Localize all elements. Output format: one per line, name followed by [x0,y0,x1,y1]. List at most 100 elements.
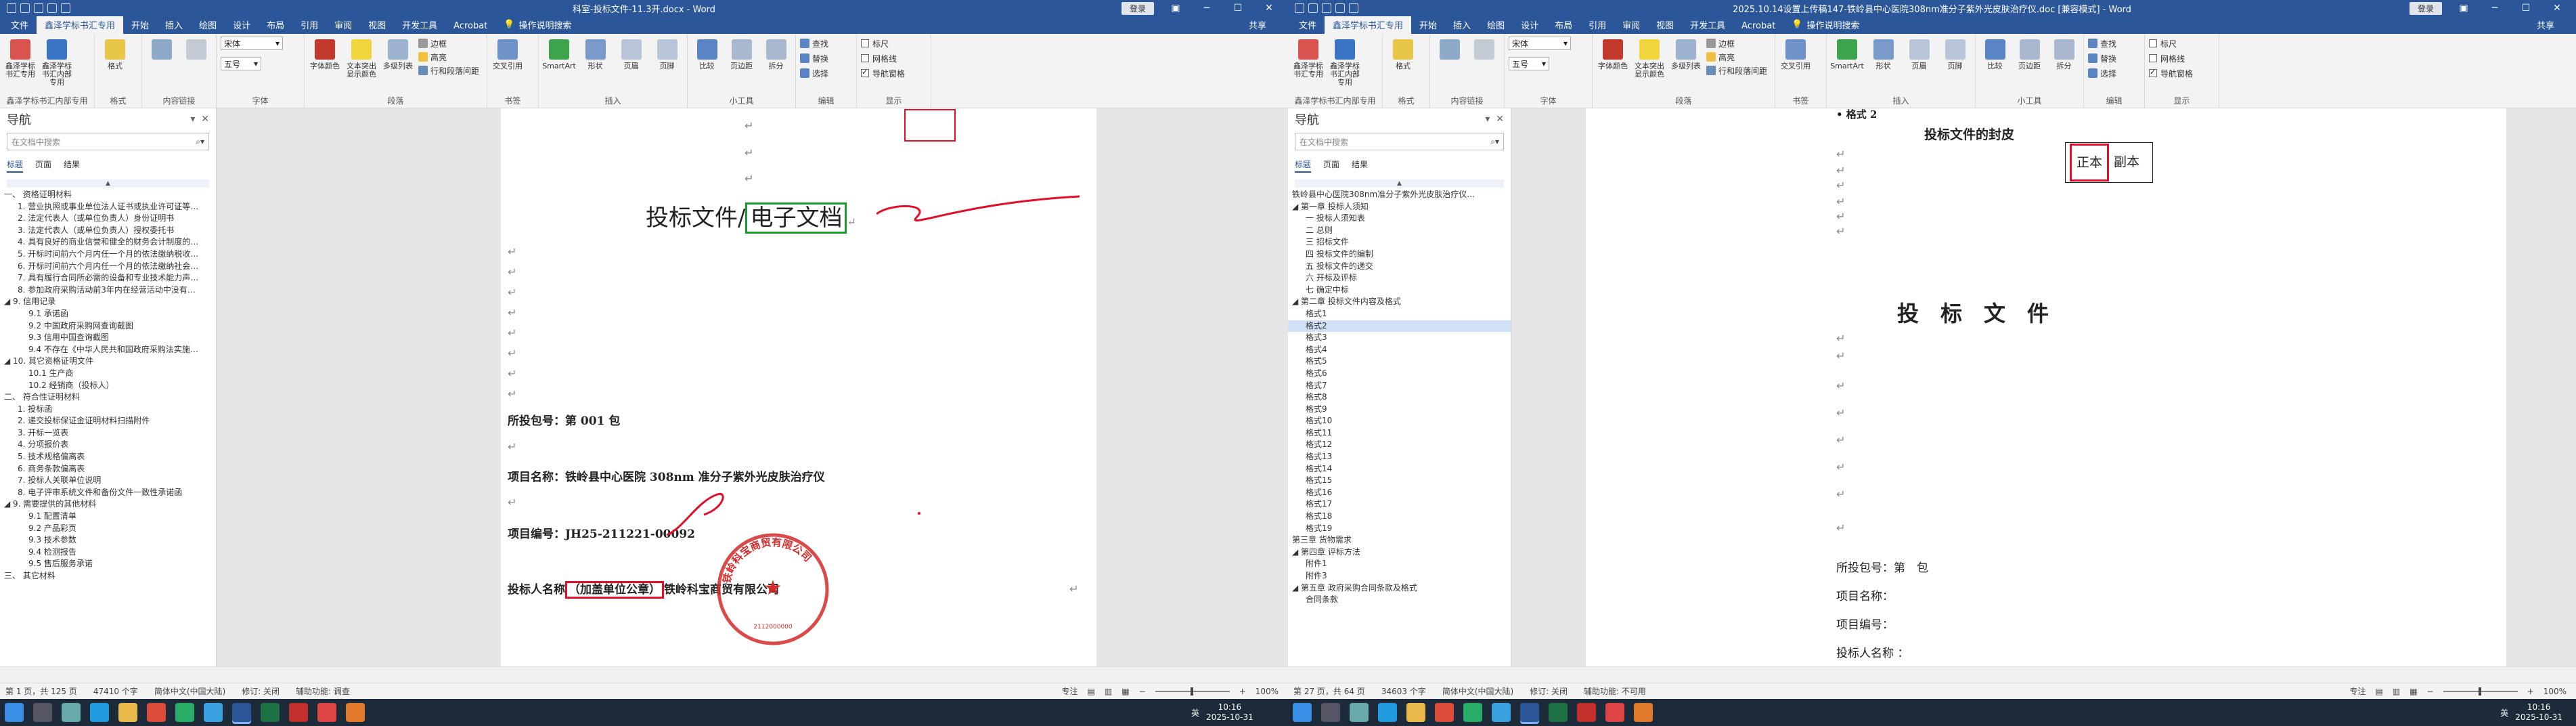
share-button[interactable]: 共享 [1241,16,1274,34]
nav-heading-item[interactable]: 10.2 经销商（投标人） [0,380,216,392]
nav-heading-item[interactable]: 7. 投标人关联单位说明 [0,475,216,487]
word-count[interactable]: 34603 个字 [1381,685,1426,697]
nav-heading-item[interactable]: 二 总则 [1288,225,1511,237]
nav-options-icon[interactable]: ▾ [1485,114,1490,125]
tab-7[interactable]: 引用 [292,16,326,34]
maximize-icon[interactable]: ☐ [1228,3,1247,14]
language[interactable]: 简体中文(中国大陆) [1442,685,1513,697]
nav-heading-item[interactable]: 格式1 [1288,308,1511,320]
close-icon[interactable]: ✕ [1260,3,1279,14]
nav-heading-item[interactable]: 格式17 [1288,498,1511,511]
tab-pages[interactable]: 页面 [35,158,51,173]
ime-indicator[interactable]: 英 [1191,707,1199,719]
excel-icon[interactable] [1549,703,1568,722]
nav-heading-item[interactable]: 2. 法定代表人（或单位负责人）身份证明书 [0,213,216,225]
nav-heading-item[interactable]: 附件1 [1288,558,1511,570]
print-layout-icon[interactable]: ▥ [2393,687,2400,696]
nav-heading-item[interactable]: 格式16 [1288,487,1511,499]
nav-heading-item[interactable]: ◢ 第一章 投标人须知 [1288,201,1511,213]
save-icon[interactable] [1308,3,1318,13]
navpane-checkbox[interactable]: 导航窗格 [861,66,927,80]
tab-2[interactable]: 开始 [123,16,157,34]
tab-1[interactable]: 鑫泽学标书汇专用 [37,16,124,34]
nav-scroll-up[interactable]: ▲ [1295,179,1504,188]
nav-heading-item[interactable]: 格式13 [1288,451,1511,463]
find-button[interactable]: 查找 [2088,37,2140,50]
redo-icon[interactable] [1335,3,1345,13]
tab-results[interactable]: 结果 [1352,158,1368,173]
nav-heading-item[interactable]: 9.5 售后服务承诺 [0,558,216,570]
highlight-button[interactable]: 高亮 [1706,50,1767,64]
tab-3[interactable]: 插入 [1445,16,1479,34]
tab-headings[interactable]: 标题 [7,158,24,173]
tab-4[interactable]: 绘图 [1479,16,1513,34]
nav-heading-item[interactable]: ◢ 9. 信用记录 [0,296,216,308]
customize-icon[interactable] [61,3,70,13]
nav-heading-item[interactable]: 8. 电子评审系统文件和备份文件一致性承诺函 [0,487,216,499]
font-name-combo[interactable]: 宋体 ▾ [1509,37,1571,50]
tab-4[interactable]: 绘图 [191,16,225,34]
nav-heading-item[interactable]: 格式11 [1288,427,1511,440]
nav-heading-item[interactable]: 格式6 [1288,368,1511,380]
tab-5[interactable]: 设计 [1513,16,1547,34]
tell-me-search[interactable]: 💡 操作说明搜索 [1783,16,1867,34]
font-size-combo[interactable]: 五号 ▾ [221,57,261,70]
accessibility[interactable]: 辅助功能: 调查 [296,685,350,697]
tab-7[interactable]: 引用 [1580,16,1614,34]
explorer-icon[interactable] [118,703,137,722]
undo-icon[interactable] [34,3,43,13]
nav-heading-item[interactable]: 9.3 信用中国查询截图 [0,332,216,344]
replace-button[interactable]: 替换 [800,51,852,65]
start-icon[interactable] [1293,703,1312,722]
tab-pages[interactable]: 页面 [1323,158,1339,173]
wechat-icon[interactable] [175,703,194,722]
nav-search-input[interactable]: 在文档中搜索 ⌕▾ [7,133,209,150]
minimize-icon[interactable]: ─ [1197,3,1216,14]
nav-heading-item[interactable]: 3. 法定代表人（或单位负责人）授权委托书 [0,225,216,237]
nav-heading-item[interactable]: 2. 递交投标保证金证明材料扫描附件 [0,415,216,427]
nav-heading-item[interactable]: 9.4 检测报告 [0,547,216,559]
border-button[interactable]: 边框 [418,37,479,50]
nav-heading-item[interactable]: 格式14 [1288,463,1511,475]
zoom-slider[interactable] [1155,687,1230,696]
nav-heading-item[interactable]: 8. 参加政府采购活动前3年内在经营活动中没有… [0,284,216,297]
nav-heading-item[interactable]: 一 投标人须知表 [1288,213,1511,225]
highlight-button[interactable]: 高亮 [418,50,479,64]
search-icon[interactable] [1321,703,1340,722]
tab-9[interactable]: 视图 [1648,16,1682,34]
tab-results[interactable]: 结果 [64,158,80,173]
gridlines-checkbox[interactable]: 网格线 [861,51,927,65]
nav-heading-item[interactable]: 9.4 不存在《中华人民共和国政府采购法实施… [0,344,216,356]
select-button[interactable]: 选择 [2088,66,2140,80]
nav-options-icon[interactable]: ▾ [190,114,195,125]
nav-heading-item[interactable]: ◢ 第四章 评标方法 [1288,547,1511,559]
chrome-icon[interactable] [1435,703,1454,722]
web-layout-icon[interactable]: ▦ [2410,687,2417,696]
qq-icon[interactable] [1492,703,1511,722]
nav-heading-item[interactable]: 6. 商务条款偏离表 [0,463,216,475]
word-count[interactable]: 47410 个字 [93,685,138,697]
nav-heading-item[interactable]: 格式9 [1288,404,1511,416]
minimize-icon[interactable]: ─ [2485,3,2504,14]
nav-heading-item[interactable]: 5. 开标时间前六个月内任一个月的依法缴纳税收… [0,249,216,261]
nav-heading-item[interactable]: 1. 投标函 [0,404,216,416]
taskview-icon[interactable] [62,703,81,722]
app-icon[interactable] [1634,703,1653,722]
tab-9[interactable]: 视图 [360,16,394,34]
clock-right[interactable]: 10:16 2025-10-31 [2515,702,2562,723]
wechat-icon[interactable] [1463,703,1482,722]
nav-heading-item[interactable]: 格式19 [1288,523,1511,535]
nav-heading-item[interactable]: 9.1 承诺函 [0,308,216,320]
close-icon[interactable]: ✕ [2548,3,2567,14]
autosave-icon[interactable] [7,3,16,13]
nav-heading-item[interactable]: 五 投标文件的递交 [1288,261,1511,273]
zoom-level[interactable]: 100% [1256,687,1279,696]
nav-heading-item[interactable]: 3. 开标一览表 [0,427,216,440]
customize-icon[interactable] [1349,3,1358,13]
tab-headings[interactable]: 标题 [1295,158,1312,173]
tab-5[interactable]: 设计 [225,16,259,34]
login-button[interactable]: 登录 [1121,1,1154,15]
font-size-combo[interactable]: 五号 ▾ [1509,57,1549,70]
tab-8[interactable]: 审阅 [1614,16,1648,34]
navpane-checkbox[interactable]: 导航窗格 [2149,66,2215,80]
